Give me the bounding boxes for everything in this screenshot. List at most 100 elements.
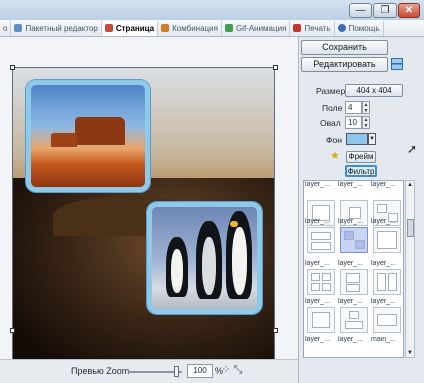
tab-edit[interactable]: o	[0, 20, 12, 36]
layout-label: layer_...	[305, 181, 330, 188]
layout-label: main_...	[371, 336, 396, 343]
restore-icon: ❐	[380, 4, 390, 16]
background-color-swatch[interactable]	[346, 133, 368, 145]
layout-gallery: layer_... layer_... layer_... layer_... …	[303, 180, 404, 358]
margin-spinner[interactable]: ▲ ▼	[362, 101, 370, 114]
layout-thumbnail	[340, 307, 368, 333]
layout-item[interactable]: layer_...	[305, 298, 337, 334]
canvas-area	[0, 37, 298, 367]
zoom-label: Превью Zoom	[71, 366, 130, 376]
photo-slot-desert[interactable]	[26, 80, 150, 192]
penguin-belly	[171, 249, 183, 293]
layout-label: layer_...	[338, 336, 363, 343]
filter-button[interactable]: Фильтр	[345, 165, 377, 177]
page-icon	[104, 24, 113, 32]
layout-scrollbar[interactable]: ▲ ▼	[405, 180, 415, 358]
resize-handle[interactable]	[273, 328, 278, 333]
tab-label: Страница	[115, 23, 155, 33]
chevron-down-icon[interactable]: ▼	[368, 133, 376, 145]
zoom-value-field[interactable]: 100	[187, 364, 213, 378]
scroll-down-icon[interactable]: ▼	[407, 350, 413, 356]
layout-item[interactable]: layer_...	[371, 260, 403, 296]
layout-settings-icon[interactable]	[391, 58, 403, 70]
oval-spinner[interactable]: ▲ ▼	[362, 116, 370, 129]
help-icon	[337, 24, 346, 32]
penguin-neck-patch	[230, 221, 238, 227]
layout-item[interactable]: layer_...	[338, 260, 370, 296]
layout-label: layer_...	[305, 336, 330, 343]
tab-print[interactable]: Печать	[290, 20, 335, 36]
size-value-button[interactable]: 404 x 404	[345, 84, 403, 97]
layout-label: layer_...	[305, 218, 330, 225]
layout-item[interactable]: layer_...	[371, 298, 403, 334]
layout-label: layer_...	[371, 298, 396, 305]
resize-handle[interactable]	[10, 328, 15, 333]
layout-item[interactable]: layer_...	[338, 336, 370, 357]
layout-item[interactable]: layer_...	[371, 218, 403, 254]
tab-gif-animation[interactable]: Gif-Анимация	[222, 20, 291, 36]
collage-page[interactable]	[12, 67, 275, 367]
layout-label: layer_...	[338, 181, 363, 188]
layout-label: layer_...	[338, 260, 363, 267]
resize-handle[interactable]	[273, 65, 278, 70]
layout-thumbnail	[307, 227, 335, 253]
butte-shape	[51, 133, 77, 147]
oval-label: Овал	[320, 118, 341, 128]
tab-help[interactable]: Помощь	[335, 20, 384, 36]
combine-icon	[161, 24, 170, 32]
layout-item[interactable]: layer_...	[338, 298, 370, 334]
tab-label: Gif-Анимация	[235, 23, 287, 33]
layout-label: layer_...	[305, 260, 330, 267]
scrollbar-thumb[interactable]	[407, 219, 414, 237]
scroll-up-icon[interactable]: ▲	[407, 182, 413, 188]
layout-label: layer_...	[338, 218, 363, 225]
photo-slot-penguins[interactable]	[147, 202, 262, 314]
tab-page[interactable]: Страница	[101, 20, 159, 36]
layout-thumbnail-selected	[340, 227, 368, 253]
layout-thumbnail	[307, 307, 335, 333]
star-icon: ★	[330, 150, 340, 162]
tab-label: Пакетный редактор	[25, 23, 98, 33]
layout-label: layer_...	[338, 298, 363, 305]
tab-combination[interactable]: Комбинация	[158, 20, 222, 36]
margin-field[interactable]: 4	[345, 101, 362, 114]
save-button[interactable]: Сохранить	[301, 40, 388, 55]
layout-thumbnail	[373, 307, 401, 333]
print-icon	[293, 24, 302, 32]
minimize-icon: —	[355, 4, 366, 16]
oval-field[interactable]: 10	[345, 116, 362, 129]
mesa-shape	[75, 117, 125, 145]
layout-item[interactable]: layer_...	[305, 260, 337, 296]
edit-button[interactable]: Редактировать	[301, 57, 388, 72]
restore-button[interactable]: ❐	[373, 3, 397, 18]
resize-handle[interactable]	[10, 65, 15, 70]
zoom-bar: Превью Zoom 100 % ⁘ ⤡	[0, 359, 298, 383]
mouse-cursor-icon: ➚	[407, 142, 418, 156]
layout-label: layer_...	[371, 260, 396, 267]
margin-label: Поле	[322, 103, 343, 113]
close-button[interactable]: ✕	[398, 3, 420, 18]
layout-item[interactable]: layer_...	[305, 336, 337, 357]
layout-item[interactable]: main_...	[371, 336, 403, 357]
tab-label: Помощь	[348, 23, 380, 33]
background-label: Фон	[326, 135, 342, 145]
layout-item[interactable]: layer_...	[338, 218, 370, 254]
tab-label: Печать	[304, 23, 331, 33]
layout-thumbnail	[340, 269, 368, 295]
tab-label: Комбинация	[172, 23, 218, 33]
fullscreen-icon[interactable]: ⤡	[232, 364, 244, 377]
gif-icon	[224, 24, 233, 32]
fit-icon[interactable]: ⁘	[220, 364, 232, 377]
layout-label: layer_...	[305, 298, 330, 305]
minimize-button[interactable]: —	[349, 3, 372, 18]
frame-button[interactable]: Фрейм	[346, 151, 376, 163]
tab-label: o	[3, 23, 8, 33]
layout-thumbnail	[373, 227, 401, 253]
tab-batch-editor[interactable]: Пакетный редактор	[11, 20, 102, 36]
layout-thumbnail	[307, 269, 335, 295]
zoom-slider-thumb[interactable]	[174, 366, 179, 377]
layout-label: layer_...	[371, 218, 396, 225]
layout-item[interactable]: layer_...	[305, 218, 337, 254]
penguin-belly	[202, 237, 216, 295]
layout-label: layer_...	[371, 181, 396, 188]
